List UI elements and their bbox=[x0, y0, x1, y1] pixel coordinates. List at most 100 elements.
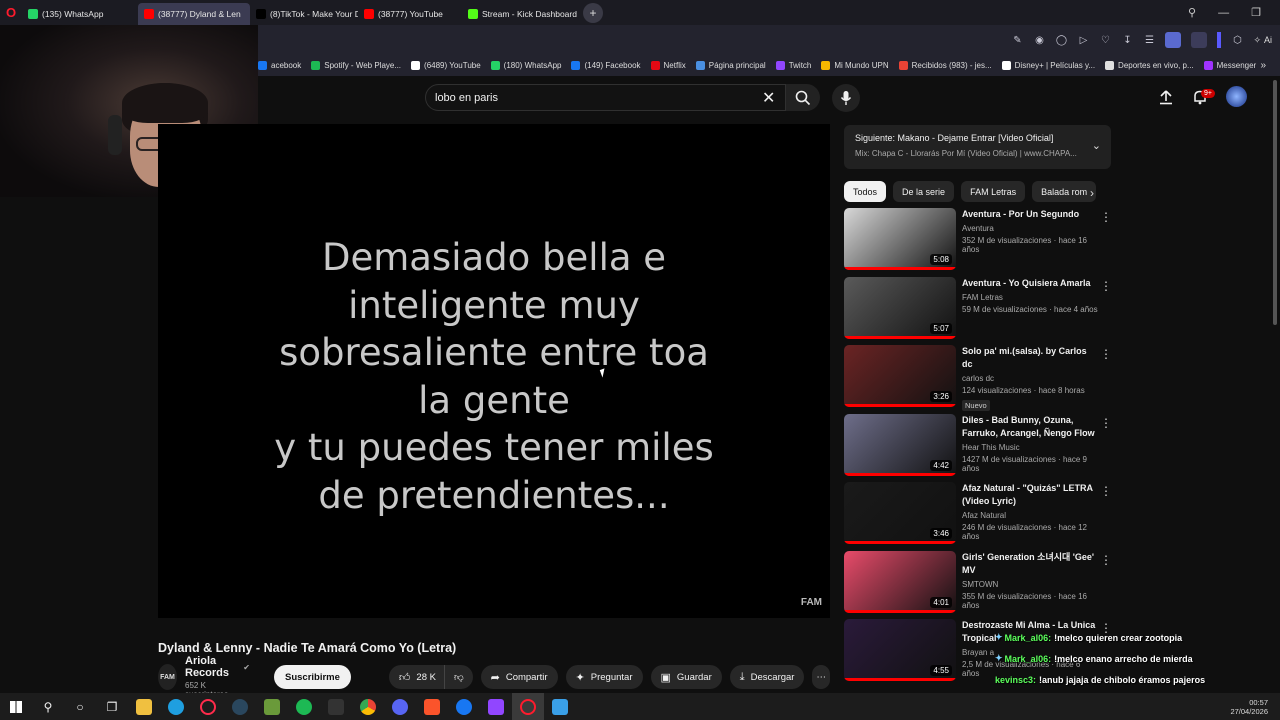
chrome-icon[interactable] bbox=[352, 693, 384, 720]
bookmark-item[interactable]: Twitch bbox=[775, 61, 811, 70]
chevron-down-icon[interactable]: ⌄ bbox=[1092, 139, 1101, 152]
recommendation-title[interactable]: Solo pa' mi.(salsa). by Carlos dc bbox=[962, 345, 1098, 371]
recommendation-channel[interactable]: Afaz Natural bbox=[962, 511, 1098, 520]
ai-button[interactable]: ✧ Ai bbox=[1253, 35, 1272, 46]
browser-tab[interactable]: (8)TikTok - Make Your Day bbox=[250, 3, 358, 25]
share-button[interactable]: ➦ Compartir bbox=[480, 665, 558, 689]
recommendation-title[interactable]: Aventura - Por Un Segundo bbox=[962, 208, 1098, 221]
file-explorer-icon[interactable] bbox=[128, 693, 160, 720]
minecraft-icon[interactable] bbox=[256, 693, 288, 720]
sidebar-toggle-icon[interactable] bbox=[1217, 32, 1222, 48]
recommendation-channel[interactable]: Hear This Music bbox=[962, 443, 1098, 452]
channel-name[interactable]: Ariola Records bbox=[185, 655, 239, 679]
spotify-icon[interactable] bbox=[288, 693, 320, 720]
edge-icon[interactable] bbox=[160, 693, 192, 720]
vpn-icon[interactable] bbox=[1191, 32, 1208, 48]
chevron-right-icon[interactable]: › bbox=[1090, 186, 1094, 200]
browser-tab[interactable]: (38777) Dyland & Len bbox=[138, 3, 250, 25]
shield-icon[interactable]: ◯ bbox=[1055, 34, 1067, 46]
filter-chip[interactable]: Todos bbox=[844, 181, 887, 202]
facebook-icon[interactable] bbox=[448, 693, 480, 720]
opera-logo-icon[interactable]: O bbox=[0, 0, 22, 25]
subscribe-button[interactable]: Suscribirme bbox=[274, 665, 351, 689]
task-view-icon[interactable]: ❐ bbox=[96, 693, 128, 720]
recommendation-title[interactable]: Afaz Natural - "Quizás" LETRA (Video Lyr… bbox=[962, 482, 1098, 508]
epic-games-icon[interactable] bbox=[320, 693, 352, 720]
cortana-icon[interactable]: ○ bbox=[64, 693, 96, 720]
recommendation-channel[interactable]: SMTOWN bbox=[962, 580, 1098, 589]
maximize-icon[interactable]: ❐ bbox=[1251, 6, 1261, 19]
recommendation-item[interactable]: 4:42 Diles - Bad Bunny, Ozuna, Farruko, A… bbox=[844, 413, 1114, 483]
cube-icon[interactable]: ⬡ bbox=[1231, 34, 1243, 46]
clear-search-icon[interactable]: ✕ bbox=[762, 88, 775, 108]
video-player[interactable]: Demasiado bella e inteligente muy sobres… bbox=[158, 124, 830, 618]
obs-icon[interactable] bbox=[544, 693, 576, 720]
steam-icon[interactable] bbox=[224, 693, 256, 720]
recommendation-item[interactable]: 3:46 Afaz Natural - "Quizás" LETRA (Video… bbox=[844, 482, 1114, 551]
page-scrollbar[interactable] bbox=[1273, 80, 1277, 325]
download-button[interactable]: ⤓ Descargar bbox=[729, 665, 805, 689]
bookmark-item[interactable]: (6489) YouTube bbox=[411, 61, 481, 70]
discord-icon[interactable] bbox=[384, 693, 416, 720]
recommendation-channel[interactable]: Aventura bbox=[962, 224, 1098, 233]
recommendation-title[interactable]: Diles - Bad Bunny, Ozuna, Farruko, Arcan… bbox=[962, 414, 1098, 440]
recommendation-channel[interactable]: FAM Letras bbox=[962, 293, 1098, 302]
video-thumbnail[interactable]: 5:07 bbox=[844, 276, 956, 339]
bookmark-item[interactable]: Deportes en vivo, p... bbox=[1105, 61, 1194, 70]
bookmark-item[interactable]: Netflix bbox=[650, 61, 686, 70]
account-avatar[interactable] bbox=[1226, 86, 1247, 107]
taskbar-search-icon[interactable]: ⚲ bbox=[32, 693, 64, 720]
channel-avatar[interactable]: FAM bbox=[158, 664, 177, 690]
new-tab-button[interactable]: + bbox=[583, 2, 603, 23]
ask-button[interactable]: ✦ Preguntar bbox=[565, 665, 643, 689]
browser-tab[interactable]: Stream - Kick Dashboard bbox=[462, 3, 577, 25]
more-vertical-icon[interactable]: ⋮ bbox=[1100, 416, 1112, 430]
search-button[interactable] bbox=[786, 84, 820, 111]
bookmark-item[interactable]: Mi Mundo UPN bbox=[821, 61, 889, 70]
download-icon[interactable]: ↧ bbox=[1121, 34, 1133, 46]
search-input[interactable]: lobo en paris bbox=[425, 84, 786, 111]
play-icon[interactable]: ▷ bbox=[1077, 34, 1089, 46]
brave-icon[interactable] bbox=[416, 693, 448, 720]
recommendation-item[interactable]: 5:08 Aventura - Por Un Segundo Aventura 352… bbox=[844, 208, 1114, 277]
video-thumbnail[interactable]: 4:55 bbox=[844, 619, 956, 681]
more-vertical-icon[interactable]: ⋮ bbox=[1100, 553, 1112, 567]
bookmark-item[interactable]: Spotify - Web Playe... bbox=[311, 61, 401, 70]
more-vertical-icon[interactable]: ⋮ bbox=[1100, 484, 1112, 498]
video-thumbnail[interactable]: 4:42 bbox=[844, 413, 956, 476]
like-button[interactable]: 👍︎ 28 K 👎︎ bbox=[388, 665, 473, 689]
bookmark-item[interactable]: acebook bbox=[258, 61, 301, 70]
bookmark-item[interactable]: Messenger bbox=[1203, 61, 1256, 70]
bookmark-item[interactable]: Página principal bbox=[695, 61, 766, 70]
more-actions-button[interactable]: ⋯ bbox=[812, 665, 830, 689]
up-next-card[interactable]: Siguiente: Makano - Dejame Entrar [Video… bbox=[844, 125, 1111, 169]
bookmark-item[interactable]: (180) WhatsApp bbox=[490, 61, 561, 70]
recommendation-item[interactable]: 5:07 Aventura - Yo Quisiera Amarla FAM Let… bbox=[844, 276, 1114, 346]
twitch-icon[interactable] bbox=[480, 693, 512, 720]
recommendation-item[interactable]: 4:01 Girls' Generation 소녀시대 'Gee' MV SMTOW… bbox=[844, 550, 1114, 620]
edit-icon[interactable]: ✎ bbox=[1011, 34, 1023, 46]
bookmark-item[interactable]: Disney+ | Películas y... bbox=[1001, 61, 1095, 70]
video-thumbnail[interactable]: 5:08 bbox=[844, 208, 956, 270]
more-bookmarks-icon[interactable]: » bbox=[1260, 60, 1266, 71]
menu-icon[interactable]: ☰ bbox=[1143, 34, 1155, 46]
camera-icon[interactable]: ◉ bbox=[1033, 34, 1045, 46]
more-vertical-icon[interactable]: ⋮ bbox=[1100, 210, 1112, 224]
opera-icon[interactable] bbox=[512, 693, 544, 720]
filter-chip[interactable]: Balada rom bbox=[1032, 181, 1097, 202]
recommendation-title[interactable]: Girls' Generation 소녀시대 'Gee' MV bbox=[962, 551, 1098, 577]
recommendation-item[interactable]: 3:26 Solo pa' mi.(salsa). by Carlos dc car… bbox=[844, 345, 1114, 414]
minimize-icon[interactable]: — bbox=[1218, 7, 1229, 19]
more-vertical-icon[interactable]: ⋮ bbox=[1100, 279, 1112, 293]
recommendation-channel[interactable]: carlos dc bbox=[962, 374, 1098, 383]
video-thumbnail[interactable]: 3:46 bbox=[844, 482, 956, 544]
upload-icon[interactable] bbox=[1158, 89, 1174, 105]
bookmark-item[interactable]: Recibidos (983) - jes... bbox=[898, 61, 992, 70]
start-icon[interactable] bbox=[0, 693, 32, 720]
search-tabs-icon[interactable]: ⚲ bbox=[1188, 6, 1196, 19]
save-button[interactable]: ▣ Guardar bbox=[650, 665, 722, 689]
system-clock[interactable]: 00:57 27/04/2026 bbox=[1230, 693, 1268, 720]
heart-icon[interactable]: ♡ bbox=[1099, 34, 1111, 46]
video-thumbnail[interactable]: 3:26 bbox=[844, 345, 956, 407]
filter-chip[interactable]: FAM Letras bbox=[961, 181, 1026, 202]
